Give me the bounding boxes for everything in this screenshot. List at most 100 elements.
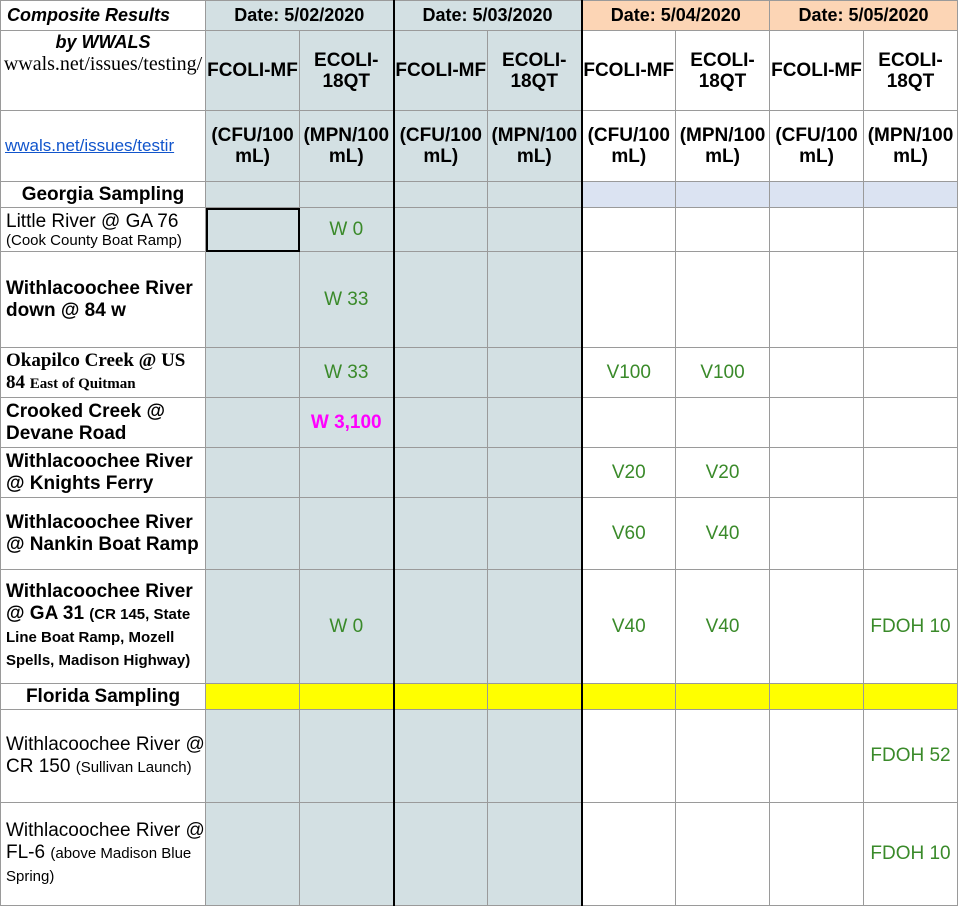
cell[interactable] [769,181,864,208]
param-header[interactable]: ECOLI-18QT [487,30,583,111]
cell[interactable] [393,683,488,710]
section-florida[interactable]: Florida Sampling [0,683,206,710]
value-cell[interactable] [675,709,770,803]
param-header[interactable]: FCOLI-MF [769,30,864,111]
value-cell[interactable] [393,569,488,684]
value-cell[interactable] [863,251,958,348]
value-cell[interactable] [393,207,488,252]
value-cell[interactable] [675,397,770,448]
value-cell[interactable] [299,447,395,498]
value-cell[interactable] [863,207,958,252]
cell[interactable] [299,181,395,208]
value-cell[interactable] [393,497,488,570]
date-header-2[interactable]: Date: 5/03/2020 [393,0,583,31]
value-cell[interactable] [205,347,300,398]
cell[interactable] [863,181,958,208]
value-cell[interactable]: W 0 [299,207,395,252]
param-header[interactable]: ECOLI-18QT [299,30,395,111]
value-cell[interactable] [205,251,300,348]
param-header[interactable]: ECOLI-18QT [675,30,770,111]
cell[interactable] [769,683,864,710]
value-cell[interactable]: V60 [581,497,676,570]
value-cell[interactable] [299,497,395,570]
value-cell[interactable]: V40 [675,569,770,684]
value-cell[interactable] [863,397,958,448]
value-cell[interactable] [205,569,300,684]
site-cell[interactable]: Withlacoochee River @ GA 31 (CR 145, Sta… [0,569,206,684]
date-header-4[interactable]: Date: 5/05/2020 [769,0,958,31]
unit-header[interactable]: (CFU/100 mL) [581,110,676,182]
unit-header[interactable]: (CFU/100 mL) [205,110,300,182]
value-cell-highlight[interactable]: W 3,100 [299,397,395,448]
section-georgia[interactable]: Georgia Sampling [0,181,206,208]
date-header-1[interactable]: Date: 5/02/2020 [205,0,395,31]
value-cell[interactable] [581,207,676,252]
param-header[interactable]: FCOLI-MF [205,30,300,111]
value-cell[interactable]: FDOH 10 [863,802,958,906]
value-cell[interactable] [487,347,583,398]
value-cell[interactable] [393,447,488,498]
value-cell[interactable]: V40 [581,569,676,684]
value-cell[interactable] [769,497,864,570]
value-cell[interactable] [487,497,583,570]
value-cell[interactable] [299,709,395,803]
value-cell[interactable] [393,802,488,906]
value-cell[interactable] [487,709,583,803]
cell[interactable] [581,683,676,710]
cell[interactable] [675,683,770,710]
cell[interactable] [675,181,770,208]
value-cell[interactable] [487,447,583,498]
value-cell[interactable]: V100 [581,347,676,398]
param-header[interactable]: ECOLI-18QT [863,30,958,111]
cell[interactable] [487,683,583,710]
value-cell[interactable] [863,497,958,570]
value-cell[interactable] [769,447,864,498]
site-cell[interactable]: Withlacoochee River @ CR 150 (Sullivan L… [0,709,206,803]
value-cell[interactable] [487,569,583,684]
unit-header[interactable]: (MPN/100 mL) [487,110,583,182]
cell[interactable] [393,181,488,208]
attribution-cell[interactable]: by WWALS wwals.net/issues/testing/ [0,30,206,111]
param-header[interactable]: FCOLI-MF [581,30,676,111]
value-cell[interactable] [769,569,864,684]
value-cell[interactable] [675,802,770,906]
value-cell[interactable]: V40 [675,497,770,570]
value-cell[interactable] [581,397,676,448]
site-cell[interactable]: Okapilco Creek @ US 84 East of Quitman [0,347,206,398]
value-cell[interactable] [205,397,300,448]
value-cell[interactable] [769,347,864,398]
value-cell[interactable] [581,251,676,348]
site-cell[interactable]: Withlacoochee River @ Nankin Boat Ramp [0,497,206,570]
cell[interactable] [205,181,300,208]
site-cell[interactable]: Withlacoochee River @ FL-6 (above Madiso… [0,802,206,906]
value-cell[interactable] [299,802,395,906]
value-cell[interactable] [769,207,864,252]
unit-header[interactable]: (CFU/100 mL) [393,110,488,182]
value-cell[interactable] [205,497,300,570]
site-cell[interactable]: Withlacoochee River down @ 84 w [0,251,206,348]
value-cell[interactable] [769,709,864,803]
cell[interactable] [581,181,676,208]
value-cell[interactable] [205,709,300,803]
value-cell[interactable] [487,251,583,348]
value-cell[interactable] [675,251,770,348]
value-cell[interactable] [393,251,488,348]
value-cell[interactable] [205,447,300,498]
value-cell[interactable] [487,802,583,906]
value-cell[interactable]: V20 [581,447,676,498]
cell[interactable] [299,683,395,710]
cell[interactable] [205,683,300,710]
value-cell[interactable] [393,397,488,448]
value-cell[interactable]: W 33 [299,347,395,398]
sheet-title[interactable]: Composite Results [0,0,206,31]
value-cell[interactable]: V100 [675,347,770,398]
value-cell[interactable] [205,207,300,252]
value-cell[interactable] [487,207,583,252]
unit-header[interactable]: (MPN/100 mL) [299,110,395,182]
value-cell[interactable] [205,802,300,906]
cell[interactable] [487,181,583,208]
testing-link[interactable]: wwals.net/issues/testir [0,110,206,182]
param-header[interactable]: FCOLI-MF [393,30,488,111]
value-cell[interactable]: FDOH 52 [863,709,958,803]
value-cell[interactable] [581,709,676,803]
